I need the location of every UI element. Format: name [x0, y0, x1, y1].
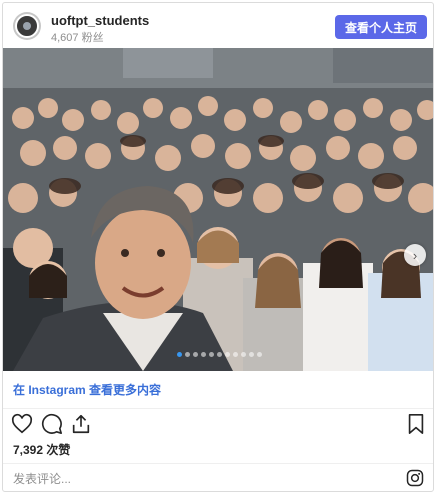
group-selfie-photo — [3, 48, 433, 371]
heart-icon[interactable] — [11, 413, 33, 435]
post-header: uoftpt_students 4,607 粉丝 查看个人主页 — [3, 3, 433, 49]
avatar-logo-icon — [23, 22, 31, 30]
post-photo[interactable]: › — [3, 48, 433, 371]
next-image-button[interactable]: › — [404, 244, 426, 266]
comment-input-bar[interactable]: 发表评论... — [3, 463, 433, 491]
view-profile-button[interactable]: 查看个人主页 — [335, 15, 427, 39]
action-bar — [3, 411, 433, 441]
share-icon[interactable] — [70, 413, 92, 435]
carousel-dot — [224, 352, 230, 357]
avatar[interactable] — [13, 12, 41, 40]
carousel-dot — [200, 352, 206, 357]
instagram-embed-card: uoftpt_students 4,607 粉丝 查看个人主页 › 在 Inst… — [2, 2, 434, 492]
username[interactable]: uoftpt_students — [51, 13, 149, 28]
follower-count: 4,607 粉丝 — [51, 32, 104, 44]
carousel-dot — [232, 352, 238, 357]
carousel-indicator — [3, 352, 433, 357]
avatar-image — [15, 14, 39, 38]
carousel-dot — [216, 352, 222, 357]
carousel-dot — [192, 352, 198, 357]
instagram-logo-icon[interactable] — [406, 469, 424, 487]
carousel-dot — [176, 352, 182, 357]
view-more-on-instagram-link[interactable]: 在 Instagram 查看更多内容 — [3, 371, 433, 409]
like-count: 7,392 次赞 — [13, 443, 71, 457]
carousel-dot — [184, 352, 190, 357]
comment-icon[interactable] — [41, 413, 63, 435]
comment-placeholder[interactable]: 发表评论... — [13, 470, 71, 487]
carousel-dot — [248, 352, 254, 357]
carousel-dot — [208, 352, 214, 357]
bookmark-icon[interactable] — [405, 413, 427, 435]
carousel-dot — [256, 352, 262, 357]
carousel-dot — [240, 352, 246, 357]
